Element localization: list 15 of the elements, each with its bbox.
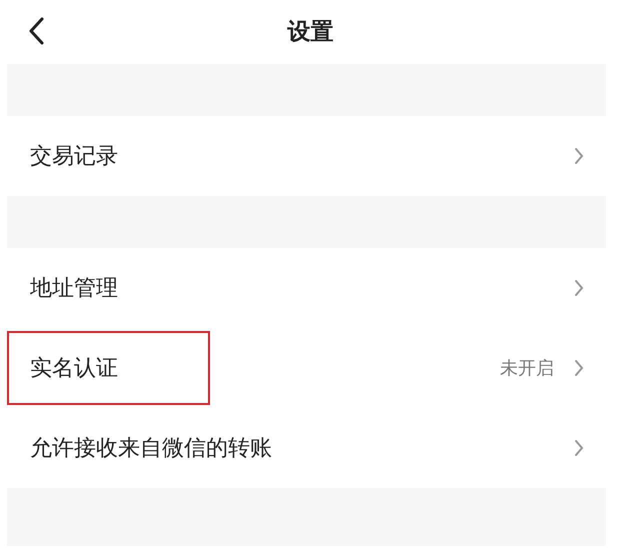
chevron-icon <box>574 439 584 457</box>
row-label: 允许接收来自微信的转账 <box>29 435 273 463</box>
settings-row[interactable]: 地址管理 <box>7 248 606 328</box>
status-text: 未开启 <box>500 357 554 380</box>
row-label: 实名认证 <box>7 331 210 405</box>
chevron-icon <box>574 359 584 377</box>
page-title: 设置 <box>288 18 334 46</box>
chevron-icon <box>574 147 584 165</box>
settings-row[interactable]: 允许接收来自微信的转账 <box>7 408 606 488</box>
row-label: 地址管理 <box>29 275 119 303</box>
chevron-icon <box>574 279 584 297</box>
row-label: 交易记录 <box>29 143 119 171</box>
settings-row[interactable]: 交易记录 <box>7 116 606 196</box>
back-icon[interactable] <box>28 17 44 45</box>
settings-row[interactable]: 实名认证 未开启 <box>7 328 606 408</box>
